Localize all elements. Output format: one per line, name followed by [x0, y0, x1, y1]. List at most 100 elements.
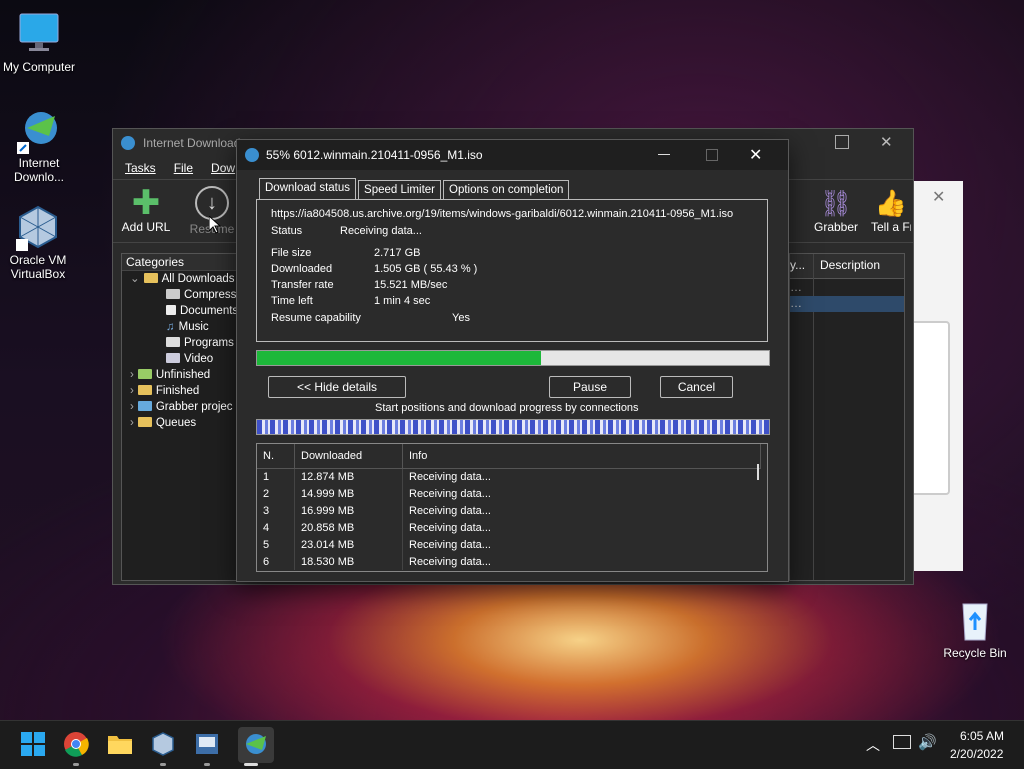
connection-info-cell: Receiving data...: [409, 521, 491, 534]
grabber-icon: ⛓: [819, 188, 853, 218]
dialog-titlebar: 55% 6012.winmain.210411-0956_M1.iso ✕: [237, 140, 788, 170]
tree-item-finished[interactable]: › Finished: [122, 383, 240, 399]
connection-info-cell: Receiving data...: [409, 470, 491, 483]
chrome-icon[interactable]: [63, 731, 91, 759]
close-button[interactable]: ✕: [880, 133, 893, 151]
recycle-bin-icon: [951, 596, 999, 644]
downloaded-value: 1.505 GB ( 55.43 % ): [374, 263, 478, 275]
table-row[interactable]: 5 23.014 MB Receiving data...: [257, 536, 761, 553]
progress-bar: [256, 350, 770, 366]
status-value: Receiving data...: [340, 225, 422, 237]
tree-item-grabber-projects[interactable]: › Grabber projec: [122, 399, 240, 415]
folder-icon: [137, 417, 152, 427]
running-indicator-active: [244, 763, 258, 766]
cancel-button[interactable]: Cancel: [660, 376, 733, 398]
tree-item-documents[interactable]: Documents: [122, 303, 240, 319]
downloaded-label: Downloaded: [271, 263, 333, 275]
tab-speed-limiter[interactable]: Speed Limiter: [358, 180, 441, 199]
menu-downloads[interactable]: Dow: [211, 157, 235, 179]
pause-button[interactable]: Pause: [549, 376, 631, 398]
chevron-up-icon[interactable]: ︿: [866, 735, 880, 755]
clock-date[interactable]: 2/20/2022: [950, 747, 1003, 761]
table-row-selected[interactable]: …: [790, 296, 904, 312]
table-row[interactable]: 1 12.874 MB Receiving data...: [257, 468, 761, 485]
menu-file[interactable]: File: [174, 157, 193, 179]
table-row[interactable]: 3 16.999 MB Receiving data...: [257, 502, 761, 519]
scrollbar-thumb[interactable]: [757, 464, 759, 480]
maximize-button[interactable]: [706, 149, 718, 161]
table-row[interactable]: 4 20.858 MB Receiving data...: [257, 519, 761, 536]
tree-item-unfinished[interactable]: › Unfinished: [122, 367, 240, 383]
desktop-icon-idm[interactable]: Internet Downlo...: [1, 106, 77, 184]
connections-caption: Start positions and download progress by…: [375, 402, 639, 414]
column-header-description[interactable]: Description: [820, 258, 880, 272]
clock-time[interactable]: 6:05 AM: [960, 729, 1004, 743]
download-dialog[interactable]: 55% 6012.winmain.210411-0956_M1.iso ✕ Do…: [236, 139, 789, 582]
tree-item-music[interactable]: ♫ Music: [122, 319, 240, 335]
close-button[interactable]: ✕: [749, 145, 762, 165]
category-tree: ⌄ All Downloads Compresse Documents ♫ Musi…: [122, 271, 243, 431]
minimize-button[interactable]: [658, 154, 670, 155]
download-list[interactable]: y... Description … …: [789, 253, 905, 581]
tree-item-programs[interactable]: Programs: [122, 335, 240, 351]
running-indicator: [160, 763, 166, 766]
connection-n-cell: 4: [257, 519, 295, 536]
folder-icon: [137, 369, 152, 379]
tree-item-queues[interactable]: › Queues: [122, 415, 240, 431]
tree-item-compressed[interactable]: Compresse: [122, 287, 243, 303]
desktop-icon-label: My Computer: [2, 60, 76, 74]
start-icon[interactable]: [20, 731, 48, 759]
download-url: https://ia804508.us.archive.org/19/items…: [271, 208, 734, 220]
status-label: Status: [271, 225, 303, 237]
add-url-button[interactable]: ✚ Add URL: [121, 186, 171, 234]
running-indicator: [73, 763, 79, 766]
idm-icon: [245, 148, 259, 162]
idm-icon: [121, 136, 135, 150]
desktop-icon-virtualbox[interactable]: Oracle VM VirtualBox: [0, 203, 76, 281]
desktop-icon-label: Internet Downlo...: [13, 156, 65, 184]
tab-options-on-completion[interactable]: Options on completion: [443, 180, 570, 199]
maximize-button[interactable]: [835, 135, 849, 149]
column-header-size[interactable]: y...: [790, 258, 810, 272]
connection-info-cell: Receiving data...: [409, 487, 491, 500]
video-icon: [166, 353, 180, 363]
idm-icon[interactable]: [238, 727, 274, 763]
volume-icon[interactable]: 🔊: [918, 733, 937, 751]
connections-table[interactable]: N. Downloaded Info 1 12.874 MB Receiving d…: [256, 443, 768, 572]
tab-download-status[interactable]: Download status: [259, 178, 357, 199]
network-icon[interactable]: [893, 735, 911, 749]
preview-frame: [908, 321, 950, 495]
folder-icon: [137, 385, 152, 395]
connection-downloaded-cell: 12.874 MB: [294, 468, 403, 485]
column-header-info[interactable]: Info: [402, 444, 761, 468]
tree-item-video[interactable]: Video: [122, 351, 240, 367]
connection-downloaded-cell: 20.858 MB: [294, 519, 403, 536]
close-icon[interactable]: ✕: [932, 187, 945, 207]
tree-item-all-downloads[interactable]: ⌄ All Downloads: [122, 271, 240, 287]
desktop-icon-recycle-bin[interactable]: Recycle Bin: [937, 596, 1013, 660]
column-header-downloaded[interactable]: Downloaded: [294, 444, 403, 468]
zip-icon: [166, 289, 180, 299]
folder-icon: [143, 273, 158, 283]
virtualbox-icon[interactable]: [150, 731, 178, 759]
dialog-tabs: Download status Speed Limiter Options on…: [259, 178, 571, 199]
table-row[interactable]: …: [790, 280, 802, 294]
table-row[interactable]: 6 18.530 MB Receiving data...: [257, 553, 761, 570]
folder-icon: [137, 401, 152, 411]
file-explorer-icon[interactable]: [107, 731, 135, 759]
music-icon: ♫: [166, 321, 175, 333]
grabber-button[interactable]: ⛓ Grabber: [809, 186, 863, 234]
menu-tasks[interactable]: Tasks: [125, 157, 156, 179]
desktop-icon-my-computer[interactable]: My Computer: [1, 10, 77, 74]
tell-friend-button[interactable]: 👍 Tell a Fr: [871, 186, 911, 234]
column-header-n[interactable]: N.: [257, 444, 295, 468]
connection-info-cell: Receiving data...: [409, 555, 491, 568]
taskbar: ︿ 🔊 6:05 AM 2/20/2022: [0, 720, 1024, 769]
time-left-label: Time left: [271, 295, 313, 307]
resume-capability-value: Yes: [452, 312, 470, 324]
hide-details-button[interactable]: << Hide details: [268, 376, 406, 398]
vm-app-icon[interactable]: [194, 731, 222, 759]
connection-downloaded-cell: 18.530 MB: [294, 553, 403, 570]
table-row[interactable]: 2 14.999 MB Receiving data...: [257, 485, 761, 502]
mouse-cursor: [208, 214, 222, 237]
